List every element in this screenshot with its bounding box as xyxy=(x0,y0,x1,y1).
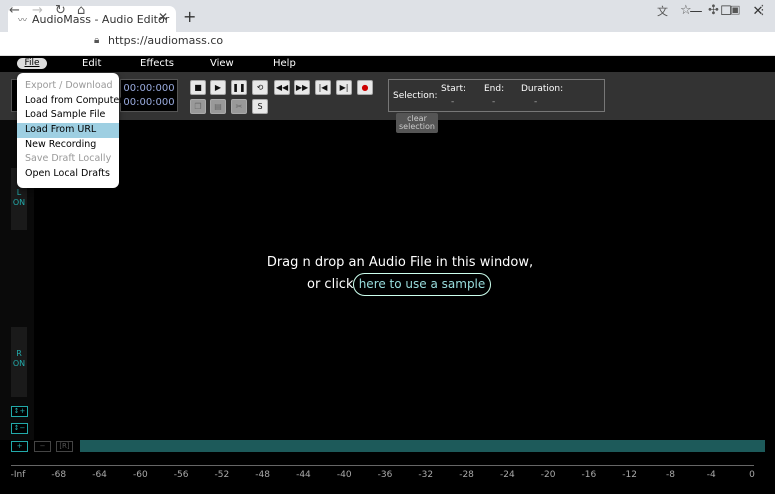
tab-title: AudioMass - Audio Editor xyxy=(32,12,170,26)
or-click-text: or click xyxy=(307,277,354,292)
zoom-reset-button[interactable]: [R] xyxy=(56,441,73,452)
left-channel-label: L xyxy=(16,188,22,197)
db-meter-bar xyxy=(11,458,754,466)
file-menu-item[interactable]: Load from Computer xyxy=(17,94,123,109)
db-tick-label: -32 xyxy=(418,470,434,480)
db-tick-label: -48 xyxy=(255,470,271,480)
app-menubar xyxy=(0,56,775,72)
clear-selection-button[interactable]: clear selection xyxy=(396,113,438,133)
rewind-button[interactable]: ◀◀ xyxy=(274,80,290,95)
file-menu-item: Export / Download xyxy=(25,80,113,91)
selection-label: Selection: xyxy=(393,91,438,101)
end-label: End: xyxy=(484,84,505,94)
cut-icon[interactable]: ✂ xyxy=(231,99,247,114)
file-dropdown-menu: Export / Download Load from Computer Load … xyxy=(17,73,123,188)
right-channel-toggle[interactable]: R ON xyxy=(11,327,27,397)
loop-button[interactable]: ⟲ xyxy=(252,80,268,95)
home-icon[interactable]: ⌂ xyxy=(77,3,85,18)
profile-icon[interactable]: ▣ xyxy=(730,3,740,16)
record-button[interactable]: ● xyxy=(357,80,373,95)
play-button[interactable]: ▶ xyxy=(210,80,226,95)
timeline-scrollbar[interactable] xyxy=(80,440,765,452)
db-tick-label: -40 xyxy=(336,470,352,480)
duration-value: - xyxy=(534,97,538,107)
menu-kebab-icon[interactable]: ⋮ xyxy=(756,3,769,18)
file-menu-item[interactable]: Open Local Drafts xyxy=(17,167,119,182)
extensions-icon[interactable]: ✣ xyxy=(708,3,719,18)
menu-file[interactable]: File xyxy=(17,58,47,69)
db-tick-label: -Inf xyxy=(10,470,26,480)
bookmark-star-icon[interactable]: ☆ xyxy=(680,3,692,18)
db-tick-label: -44 xyxy=(296,470,311,480)
reload-icon[interactable]: ↻ xyxy=(55,3,66,18)
menu-edit[interactable]: Edit xyxy=(82,58,101,69)
start-label: Start: xyxy=(441,84,467,94)
copy-icon[interactable]: ❐ xyxy=(190,99,206,114)
use-sample-button[interactable]: here to use a sample xyxy=(353,273,491,296)
vertical-zoom-in-button[interactable]: ↕+ xyxy=(11,406,28,417)
menu-help[interactable]: Help xyxy=(273,58,296,69)
current-time: 00:00:000 xyxy=(123,83,175,94)
paste-icon[interactable]: ▤ xyxy=(210,99,226,114)
db-tick-label: -24 xyxy=(499,470,515,480)
db-tick-label: -28 xyxy=(459,470,474,480)
lock-icon[interactable]: 🔒︎ xyxy=(94,35,99,46)
file-menu-item[interactable]: Load From URL xyxy=(17,123,119,138)
file-menu-item[interactable]: Load Sample File xyxy=(17,108,119,123)
db-tick-label: -4 xyxy=(706,470,716,480)
forward-icon[interactable]: → xyxy=(32,3,43,18)
menu-view[interactable]: View xyxy=(210,58,234,69)
db-tick-label: -56 xyxy=(173,470,189,480)
file-menu-item[interactable]: New Recording xyxy=(17,138,119,153)
total-time: 00:00:000 xyxy=(123,97,175,108)
db-tick-label: -52 xyxy=(214,470,230,480)
address-bar[interactable]: https://audiomass.co xyxy=(108,34,223,47)
tab-close-icon[interactable]: ✕ xyxy=(158,10,168,24)
left-channel-state: ON xyxy=(12,198,26,207)
start-value: - xyxy=(451,97,455,107)
silence-button[interactable]: S xyxy=(252,99,268,114)
zoom-in-button[interactable]: + xyxy=(11,441,28,452)
db-tick-label: -36 xyxy=(377,470,393,480)
end-value: - xyxy=(492,97,496,107)
skip-end-button[interactable]: ▶| xyxy=(336,80,352,95)
file-menu-item: Save Draft Locally xyxy=(25,153,112,165)
pause-button[interactable]: ❚❚ xyxy=(231,80,247,95)
skip-start-button[interactable]: |◀ xyxy=(315,80,331,95)
menu-effects[interactable]: Effects xyxy=(140,58,174,69)
selection-panel: Selection: Start: End: Duration: - - - xyxy=(388,79,605,112)
db-tick-label: -12 xyxy=(622,470,638,480)
db-tick-label: -20 xyxy=(540,470,556,480)
duration-label: Duration: xyxy=(521,84,564,94)
right-channel-state: ON xyxy=(12,359,26,368)
new-tab-button[interactable]: + xyxy=(183,7,196,26)
right-channel-label: R xyxy=(16,349,22,358)
db-tick-label: -60 xyxy=(132,470,148,480)
drop-instructions: Drag n drop an Audio File in this window… xyxy=(266,255,534,270)
stop-button[interactable]: ■ xyxy=(190,80,206,95)
vertical-zoom-out-button[interactable]: ↕− xyxy=(11,423,28,434)
db-tick-label: -68 xyxy=(51,470,67,480)
back-icon[interactable]: ← xyxy=(9,3,20,18)
zoom-out-button[interactable]: − xyxy=(34,441,51,452)
db-tick-label: -16 xyxy=(581,470,597,480)
db-tick-label: -8 xyxy=(665,470,675,480)
translate-icon[interactable]: 文 xyxy=(657,3,668,19)
time-display: 00:00:000 00:00:000 xyxy=(120,79,178,112)
db-tick-label: 0 xyxy=(749,470,755,480)
db-tick-label: -64 xyxy=(92,470,107,480)
forward-button[interactable]: ▶▶ xyxy=(294,80,310,95)
